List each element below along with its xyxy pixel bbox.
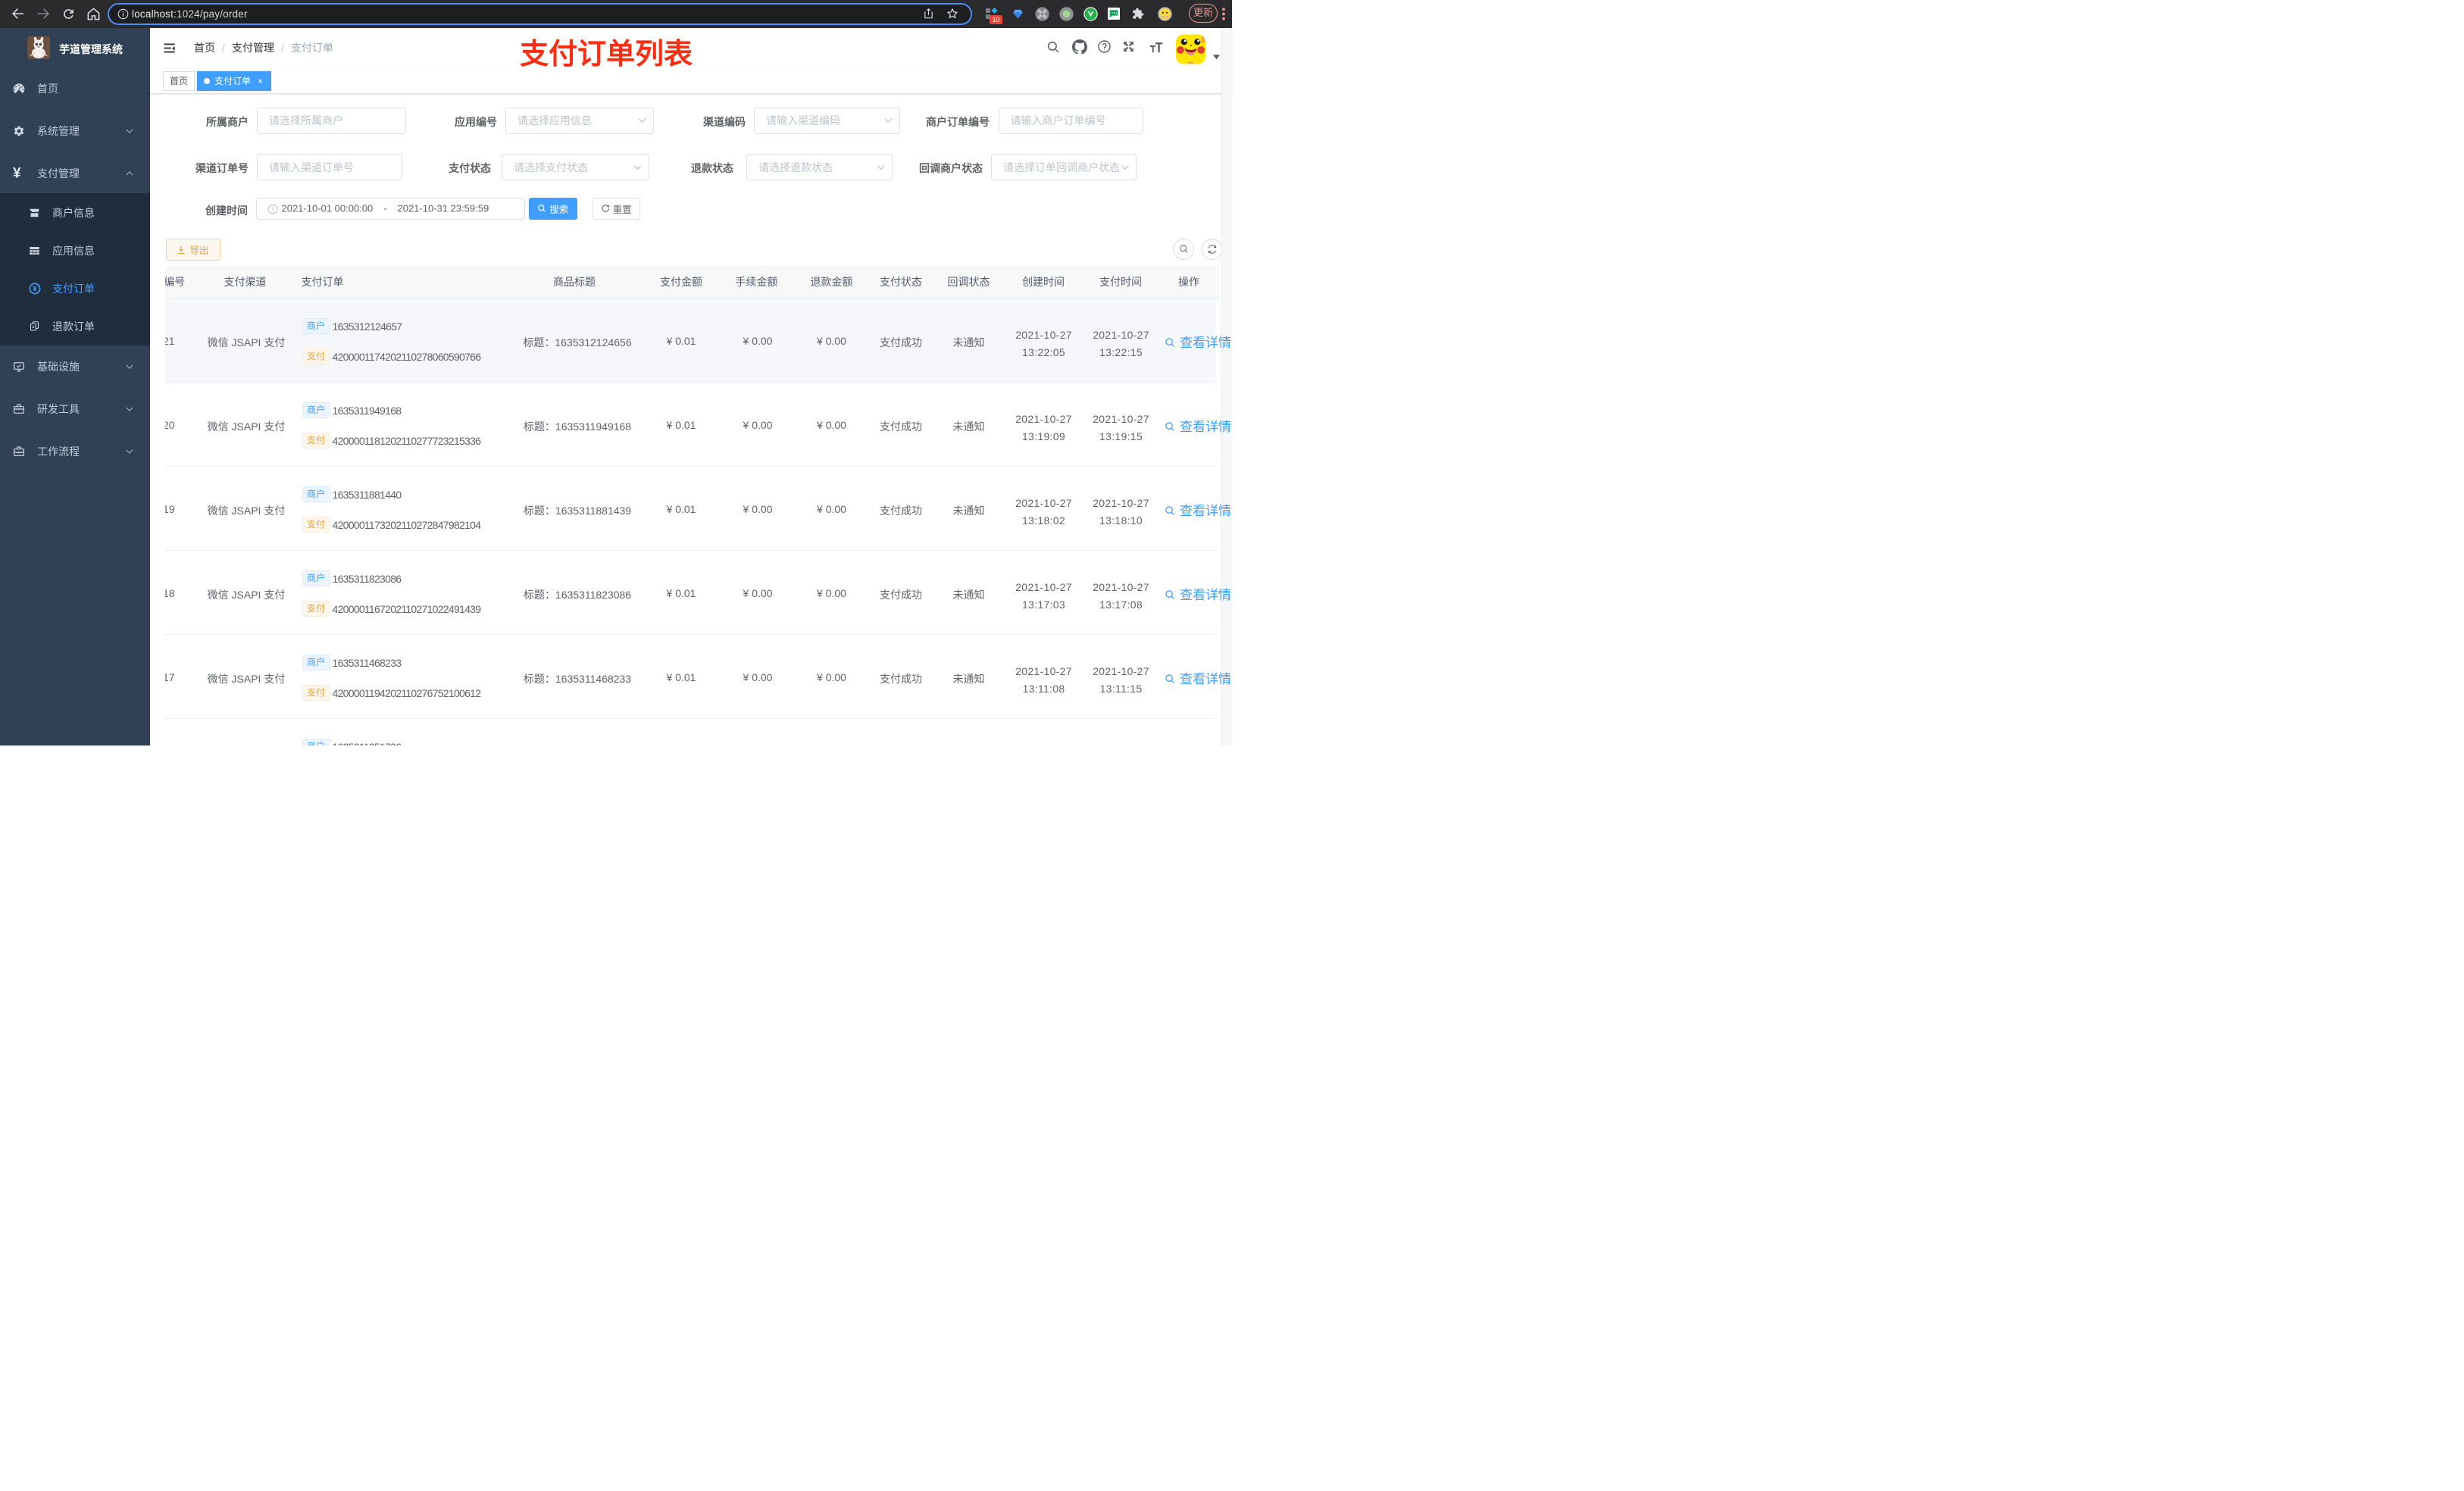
svg-text:¥: ¥ <box>33 285 37 293</box>
